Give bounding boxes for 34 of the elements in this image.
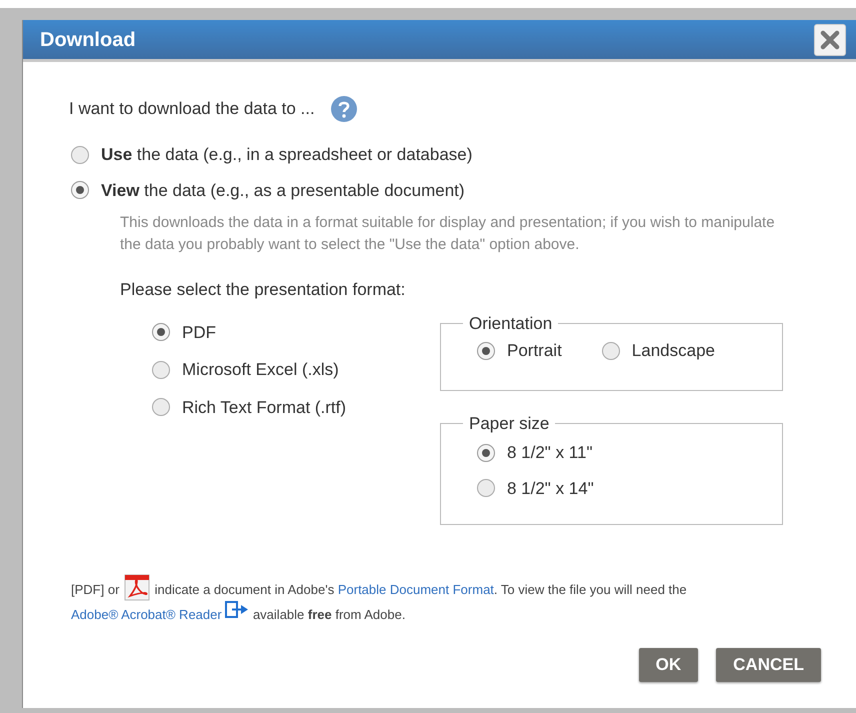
- link[interactable]: Adobe® Acrobat® Reader: [71, 606, 222, 622]
- radio-button[interactable]: [71, 146, 89, 164]
- option-label[interactable]: PDF: [182, 320, 216, 345]
- option-label[interactable]: View the data (e.g., as a presentable document): [101, 178, 465, 203]
- option-label[interactable]: Use the data (e.g., in a spreadsheet or database): [101, 142, 472, 168]
- radio-button[interactable]: [602, 342, 620, 360]
- group-legend: Orientation: [463, 310, 558, 336]
- description-text: This downloads the data in a format suitable for display and presentation; if you wish to manipulate the data you probably want to select the "Use the data" option above.: [120, 213, 776, 255]
- radio-button[interactable]: [477, 479, 495, 498]
- format-heading: Please select the presentation format:: [120, 279, 406, 301]
- close-button[interactable]: [814, 24, 846, 56]
- radio-button[interactable]: [71, 181, 89, 200]
- cancel-button[interactable]: CANCEL: [716, 648, 821, 682]
- external-link-icon: [225, 600, 250, 618]
- pdf-icon: [123, 572, 152, 600]
- option-label[interactable]: Landscape: [632, 338, 715, 364]
- option-label[interactable]: Portrait: [507, 338, 562, 364]
- radio-button[interactable]: [152, 360, 170, 379]
- option-label[interactable]: 8 1/2" x 14": [507, 476, 594, 501]
- radio-button[interactable]: [477, 342, 495, 360]
- radio-button[interactable]: [152, 398, 170, 416]
- radio-button[interactable]: [477, 444, 495, 462]
- option-label[interactable]: Microsoft Excel (.xls): [182, 357, 339, 382]
- link[interactable]: Portable Document Format: [338, 582, 494, 596]
- prompt-text: I want to download the data to ...: [69, 98, 315, 120]
- close-icon: [820, 30, 840, 50]
- help-icon[interactable]: [330, 96, 357, 122]
- option-label[interactable]: 8 1/2" x 11": [507, 440, 592, 466]
- radio-button[interactable]: [152, 323, 170, 342]
- option-label[interactable]: Rich Text Format (.rtf): [182, 394, 346, 420]
- ok-button[interactable]: OK: [638, 648, 698, 682]
- window-title: Download: [40, 28, 136, 52]
- footer-note: [PDF] or indicate a document in Adobe's Portable Document Format. To view the file you will need the Adobe® Acrobat® Reader available free from Adobe.: [71, 572, 811, 626]
- group-legend: Paper size: [463, 410, 556, 436]
